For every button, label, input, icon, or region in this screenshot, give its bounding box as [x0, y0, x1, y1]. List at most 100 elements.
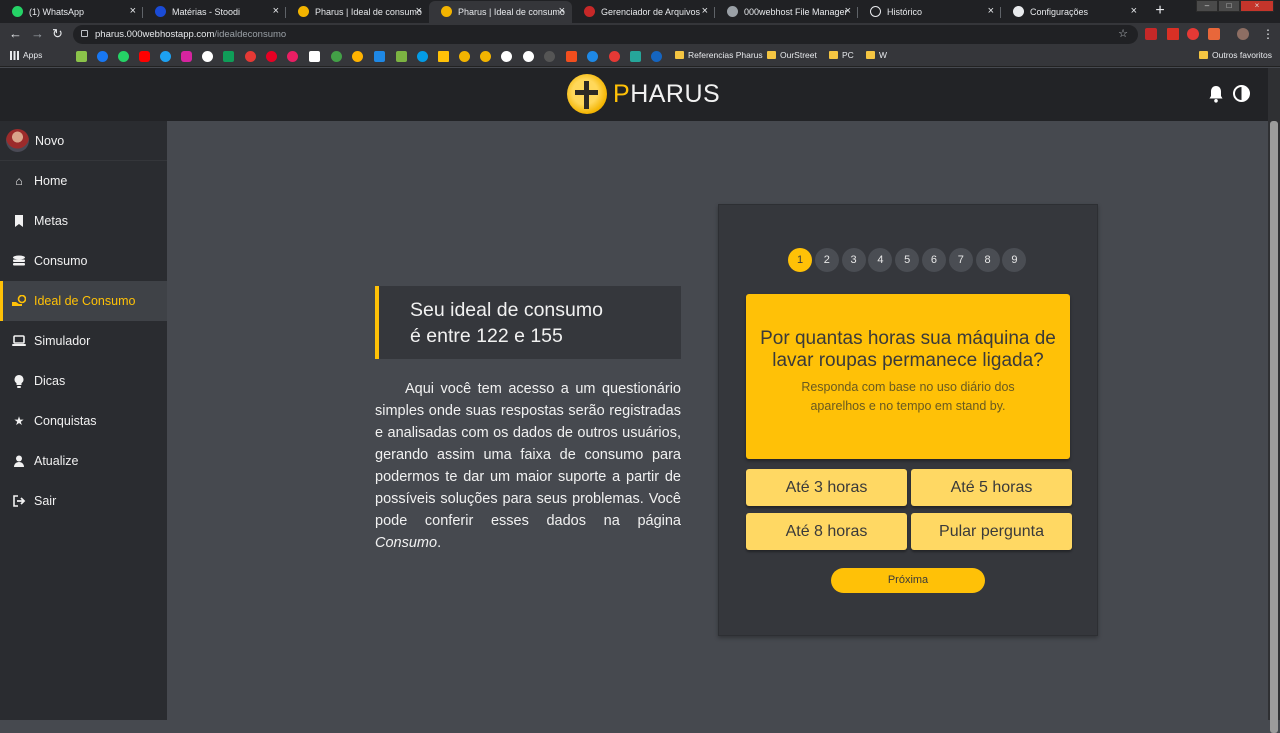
pharus-logo[interactable]: PHARUS [567, 74, 720, 114]
tab-configuracoes[interactable]: Configurações × [1001, 1, 1144, 23]
new-tab-button[interactable]: + [1150, 1, 1170, 21]
bookmark-icon[interactable] [76, 51, 87, 62]
apps-shortcut[interactable]: Apps [10, 50, 42, 60]
star-icon[interactable]: ☆ [1118, 25, 1128, 44]
sidebar-item-atualize[interactable]: Atualize [0, 441, 167, 481]
webhost-icon [727, 6, 738, 17]
tab-pharus-1[interactable]: Pharus | Ideal de consumo × [286, 1, 429, 23]
close-window-button[interactable]: × [1240, 0, 1274, 12]
step-3[interactable]: 3 [841, 248, 866, 272]
tab-historico[interactable]: Histórico × [858, 1, 1001, 23]
bookmark-icon[interactable] [352, 51, 363, 62]
tab-title: Configurações [1030, 7, 1089, 17]
bookmark-folder-referencias[interactable]: Referencias Pharus [675, 50, 763, 60]
bookmark-folder-others[interactable]: Outros favoritos [1199, 50, 1272, 60]
minimize-button[interactable]: – [1196, 0, 1218, 12]
bookmark-icon[interactable] [630, 51, 641, 62]
google-icon[interactable] [202, 51, 213, 62]
bookmark-icon[interactable] [374, 51, 385, 62]
sidebar-item-metas[interactable]: Metas [0, 201, 167, 241]
tab-pharus-active[interactable]: Pharus | Ideal de consumo × [429, 1, 572, 23]
step-7[interactable]: 7 [948, 248, 973, 272]
facebook-icon[interactable] [97, 51, 108, 62]
forward-icon[interactable]: → [31, 26, 44, 42]
bookmark-folder-w[interactable]: W [866, 50, 887, 60]
drive-icon[interactable] [223, 51, 234, 62]
bookmark-icon[interactable] [396, 51, 407, 62]
tab-000webhost[interactable]: 000webhost File Manager × [715, 1, 858, 23]
bookmark-icon[interactable] [587, 51, 598, 62]
bookmark-icon[interactable] [245, 51, 256, 62]
reload-icon[interactable]: ↻ [52, 26, 63, 42]
bookmark-icon[interactable] [609, 51, 620, 62]
bookmark-icon[interactable] [438, 51, 449, 62]
sidebar-item-consumo[interactable]: Consumo [0, 241, 167, 281]
sidebar-item-ideal-de-consumo[interactable]: Ideal de Consumo [0, 281, 167, 321]
contrast-toggle-icon[interactable] [1233, 85, 1250, 102]
step-9[interactable]: 9 [1002, 248, 1027, 272]
pharus-bookmark-icon[interactable] [459, 51, 470, 62]
close-tab-icon[interactable]: × [845, 5, 851, 17]
answer-button-5h[interactable]: Até 5 horas [911, 469, 1072, 506]
bookmark-folder-ourstreet[interactable]: OurStreet [767, 50, 817, 60]
sidebar-item-dicas[interactable]: Dicas [0, 361, 167, 401]
close-tab-icon[interactable]: × [988, 5, 994, 17]
bookmark-icon[interactable] [287, 51, 298, 62]
next-button[interactable]: Próxima [831, 568, 985, 593]
tab-stoodi[interactable]: Matérias - Stoodi × [143, 1, 286, 23]
twitter-icon[interactable] [160, 51, 171, 62]
back-icon[interactable]: ← [9, 26, 22, 42]
pinterest-icon[interactable] [266, 51, 277, 62]
step-5[interactable]: 5 [895, 248, 920, 272]
sidebar-item-sair[interactable]: Sair [0, 481, 167, 521]
bookmark-icon[interactable] [651, 51, 662, 62]
scrollbar-thumb[interactable] [1270, 121, 1278, 733]
bell-icon[interactable] [1208, 85, 1224, 103]
step-8[interactable]: 8 [975, 248, 1000, 272]
figma-icon[interactable] [566, 51, 577, 62]
bookmark-icon[interactable] [309, 51, 320, 62]
tab-whatsapp[interactable]: (1) WhatsApp × [0, 1, 143, 23]
url-field[interactable]: pharus.000webhostapp.com/idealdeconsumo … [73, 25, 1138, 44]
answer-button-8h[interactable]: Até 8 horas [746, 513, 907, 550]
close-tab-icon[interactable]: × [559, 5, 565, 17]
whatsapp-bookmark-icon[interactable] [118, 51, 129, 62]
extension-video-icon[interactable] [1187, 28, 1199, 40]
github-icon[interactable] [501, 51, 512, 62]
close-tab-icon[interactable]: × [416, 5, 422, 17]
edge-icon[interactable] [417, 51, 428, 62]
menu-icon[interactable]: ⋮ [1262, 26, 1274, 42]
instagram-icon[interactable] [181, 51, 192, 62]
step-6[interactable]: 6 [921, 248, 946, 272]
sidebar-item-conquistas[interactable]: ★ Conquistas [0, 401, 167, 441]
tab-title: Histórico [887, 7, 923, 17]
answer-button-3h[interactable]: Até 3 horas [746, 469, 907, 506]
close-tab-icon[interactable]: × [130, 5, 136, 17]
bookmark-folder-pc[interactable]: PC [829, 50, 854, 60]
scrollbar[interactable] [1268, 68, 1280, 733]
tab-file-manager-br[interactable]: Gerenciador de Arquivos × [572, 1, 715, 23]
close-tab-icon[interactable]: × [273, 5, 279, 17]
bookmark-icon[interactable] [544, 51, 555, 62]
maximize-button[interactable]: □ [1218, 0, 1240, 12]
step-1[interactable]: 1 [788, 248, 812, 272]
pharus-bookmark-icon[interactable] [480, 51, 491, 62]
play-icon[interactable] [523, 51, 534, 62]
profile-avatar[interactable] [1237, 28, 1249, 40]
sidebar-item-home[interactable]: ⌂ Home [0, 161, 167, 201]
close-tab-icon[interactable]: × [1131, 5, 1137, 17]
sidebar-item-simulador[interactable]: Simulador [0, 321, 167, 361]
extension-pdf-icon[interactable] [1167, 28, 1179, 40]
close-tab-icon[interactable]: × [702, 5, 708, 17]
consumo-link[interactable]: Consumo [375, 535, 437, 551]
questionnaire-description: Aqui você tem acesso a um questionário s… [375, 381, 681, 551]
bookmark-icon[interactable] [331, 51, 342, 62]
skip-question-button[interactable]: Pular pergunta [911, 513, 1072, 550]
step-4[interactable]: 4 [868, 248, 893, 272]
youtube-icon[interactable] [139, 51, 150, 62]
step-2[interactable]: 2 [814, 248, 839, 272]
extension-office-icon[interactable] [1208, 28, 1220, 40]
question-subtitle: Responda com base no uso diário dos apar… [801, 380, 1015, 413]
extension-abp-icon[interactable] [1145, 28, 1157, 40]
user-profile[interactable]: Novo [0, 121, 167, 161]
